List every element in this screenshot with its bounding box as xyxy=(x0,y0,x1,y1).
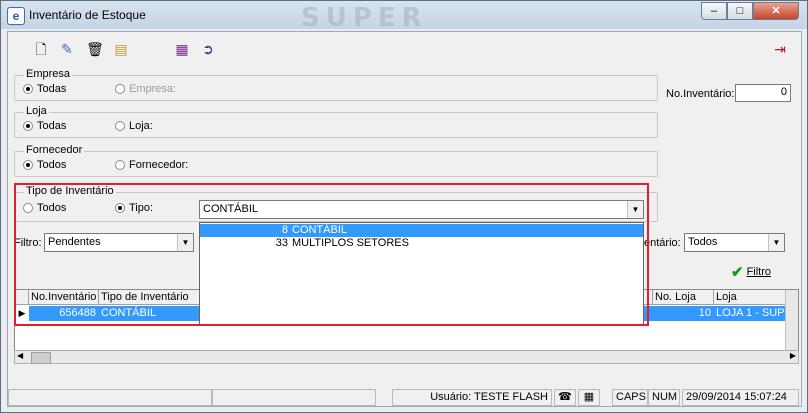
scroll-thumb[interactable] xyxy=(31,352,51,364)
radio-icon xyxy=(115,160,125,170)
fornecedor-legend: Fornecedor xyxy=(24,144,85,156)
loja-legend: Loja xyxy=(24,105,49,117)
loja-todas-radio[interactable]: Todas xyxy=(23,120,66,132)
no-inventario-label: No.Inventário: xyxy=(666,88,735,100)
status-bar: Usuário: TESTE FLASH ☎ ▦ CAPS NUM 29/09/… xyxy=(8,388,801,406)
filtro-button-label: Filtro xyxy=(746,266,772,278)
background-watermark: SUPER xyxy=(301,3,428,33)
status-panel-2 xyxy=(212,389,376,406)
table-row-loja[interactable]: LOJA 1 - SUPE xyxy=(714,306,786,321)
status-datetime: 29/09/2014 15:07:24 xyxy=(682,389,799,406)
radio-icon xyxy=(23,121,33,131)
radio-icon xyxy=(23,84,33,94)
maximize-button[interactable]: □ xyxy=(727,2,753,20)
chevron-down-icon[interactable]: ▼ xyxy=(768,234,784,251)
loja-todas-label: Todas xyxy=(37,120,67,132)
empresa-todas-radio[interactable]: Todas xyxy=(23,83,66,95)
status-num: NUM xyxy=(648,389,680,406)
status-caps: CAPS xyxy=(612,389,648,406)
highlight-annotation xyxy=(14,183,649,326)
vertical-scrollbar[interactable] xyxy=(785,290,798,350)
title-bar: SUPER e Inventário de Estoque – □ ✕ xyxy=(1,1,807,33)
phone-icon: ☎ xyxy=(554,389,576,406)
calculator-icon: ▦ xyxy=(578,389,600,406)
main-window: SUPER e Inventário de Estoque – □ ✕ 🗋 ✎ … xyxy=(0,0,808,413)
fornecedor-fornecedor-label: Fornecedor: xyxy=(129,159,189,171)
close-button[interactable]: ✕ xyxy=(753,2,799,20)
checkmark-icon: ✔ xyxy=(731,264,744,281)
fornecedor-todos-label: Todos xyxy=(37,159,67,171)
trash-icon[interactable]: 🗑 xyxy=(86,40,104,58)
window-title: Inventário de Estoque xyxy=(29,8,146,22)
status-panel-1 xyxy=(8,389,212,406)
scroll-right-icon[interactable]: ▶ xyxy=(790,351,796,360)
exit-icon[interactable]: ⇥ xyxy=(771,40,789,58)
new-doc-icon[interactable]: 🗋 xyxy=(32,40,50,58)
filtro-inventario-label: entário: xyxy=(644,237,681,249)
app-icon: e xyxy=(7,7,25,25)
fornecedor-group: Fornecedor Todos Fornecedor: xyxy=(14,144,658,177)
filtro-button[interactable]: ✔ Filtro xyxy=(731,263,771,281)
report-icon[interactable]: ▦ xyxy=(173,40,191,58)
radio-icon xyxy=(115,84,125,94)
toolbar: 🗋 ✎ 🗑 ▤ ▦ ➲ ⇥ xyxy=(8,32,801,62)
empresa-empresa-label: Empresa: xyxy=(129,83,177,95)
client-area: 🗋 ✎ 🗑 ▤ ▦ ➲ ⇥ Empresa Todas Empresa: No.… xyxy=(7,31,802,407)
filtro-inventario-value: Todos xyxy=(688,236,718,248)
radio-icon xyxy=(115,121,125,131)
export-icon[interactable]: ➲ xyxy=(199,40,217,58)
empresa-group: Empresa Todas Empresa: xyxy=(14,68,658,101)
table-row-no-loja[interactable]: 10 xyxy=(653,306,714,321)
loja-group: Loja Todas Loja: xyxy=(14,105,658,138)
status-user: Usuário: TESTE FLASH xyxy=(392,389,552,406)
folder-icon[interactable]: ▤ xyxy=(112,40,130,58)
loja-loja-label: Loja: xyxy=(129,120,153,132)
horizontal-scrollbar[interactable]: ◀ ▶ xyxy=(14,350,799,364)
edit-icon[interactable]: ✎ xyxy=(58,40,76,58)
grid-header-no-loja[interactable]: No. Loja xyxy=(653,290,714,305)
fornecedor-todos-radio[interactable]: Todos xyxy=(23,159,66,171)
loja-loja-radio[interactable]: Loja: xyxy=(115,120,153,132)
no-inventario-input[interactable]: 0 xyxy=(735,84,791,102)
scroll-left-icon[interactable]: ◀ xyxy=(17,351,23,360)
empresa-legend: Empresa xyxy=(24,68,73,80)
empresa-empresa-radio[interactable]: Empresa: xyxy=(115,83,176,95)
radio-icon xyxy=(23,160,33,170)
minimize-button[interactable]: – xyxy=(701,2,727,20)
empresa-todas-label: Todas xyxy=(37,83,67,95)
fornecedor-fornecedor-radio[interactable]: Fornecedor: xyxy=(115,159,188,171)
filtro-inventario-combobox[interactable]: Todos ▼ xyxy=(684,233,785,252)
